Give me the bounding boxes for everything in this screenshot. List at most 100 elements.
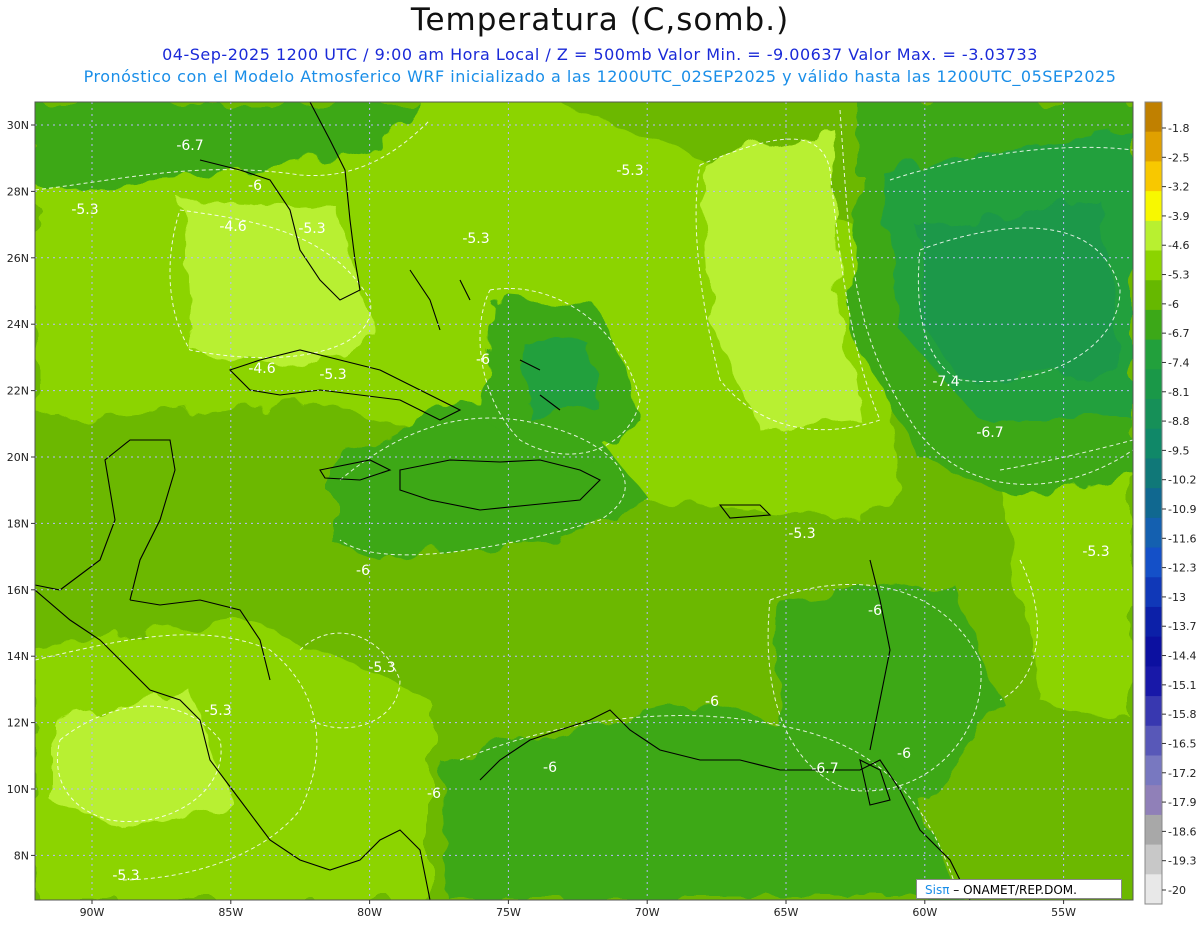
contour-value-label: -6	[356, 563, 370, 579]
credit-text: – ONAMET/REP.DOM.	[949, 883, 1077, 897]
color-scale-swatch	[1145, 458, 1162, 489]
contour-value-label: -6	[897, 746, 911, 762]
lon-tick-label: 65W	[774, 906, 799, 919]
lat-tick-label: 14N	[7, 650, 29, 663]
color-scale-swatch	[1145, 577, 1162, 608]
lon-tick-label: 80W	[357, 906, 382, 919]
color-scale-swatch	[1145, 102, 1162, 133]
contour-value-label: -4.6	[219, 219, 246, 235]
lat-tick-label: 10N	[7, 783, 29, 796]
lon-tick-label: 60W	[912, 906, 937, 919]
color-scale-swatch	[1145, 220, 1162, 252]
temperature-map: -6.7 -6 -5.3 -4.6 -5.3 -5.3 -5.3 -6 -4.6 -5.3 -7.4…	[7, 101, 1196, 919]
color-scale-label: -3.9	[1168, 210, 1189, 223]
color-scale-label: -10.2	[1168, 474, 1196, 487]
lat-tick-label: 30N	[7, 119, 29, 132]
longitude-axis: 90W 85W 80W 75W 70W 65W 60W 55W	[80, 900, 1076, 919]
latitude-axis: 30N 28N 26N 24N 22N 20N 18N 16N 14N 12N 10N 8N	[7, 119, 35, 862]
color-scale-label: -6.7	[1168, 327, 1189, 340]
contour-value-label: -6	[705, 694, 719, 710]
color-scale-label: -18.6	[1168, 825, 1196, 838]
color-scale-swatch	[1145, 666, 1162, 697]
color-scale-swatch	[1145, 280, 1162, 311]
color-scale-label: -15.8	[1168, 708, 1196, 721]
credit-box: Sisπ – ONAMET/REP.DOM.	[916, 879, 1122, 899]
color-scale-label: -19.3	[1168, 855, 1196, 868]
lat-tick-label: 12N	[7, 717, 29, 730]
lat-tick-label: 16N	[7, 584, 29, 597]
color-scale-swatch	[1145, 785, 1162, 816]
color-scale-label: -15.1	[1168, 679, 1196, 692]
contour-value-label: -7.4	[932, 374, 959, 390]
lat-tick-label: 28N	[7, 185, 29, 198]
contour-value-label: -6	[476, 352, 490, 368]
lon-tick-label: 85W	[218, 906, 243, 919]
color-scale-label: -16.5	[1168, 737, 1196, 750]
lat-tick-label: 22N	[7, 385, 29, 398]
contour-value-label: -6.7	[176, 138, 203, 154]
color-scale-label: -13	[1168, 591, 1186, 604]
color-scale-label: -5.3	[1168, 269, 1189, 282]
contour-value-label: -5.3	[616, 163, 643, 179]
color-scale-swatch	[1145, 250, 1162, 281]
color-scale-swatch	[1145, 399, 1162, 430]
color-scale-swatch	[1145, 161, 1162, 192]
color-scale-label: -11.6	[1168, 532, 1196, 545]
color-scale-label: -1.8	[1168, 122, 1189, 135]
color-scale-label: -13.7	[1168, 620, 1196, 633]
color-scale-label: -20	[1168, 884, 1186, 897]
contour-value-label: -4.6	[248, 361, 275, 377]
lon-tick-label: 55W	[1051, 906, 1076, 919]
lon-tick-label: 75W	[496, 906, 521, 919]
color-scale-label: -2.5	[1168, 151, 1189, 164]
contour-value-label: -6	[427, 786, 441, 802]
contour-value-label: -5.3	[298, 221, 325, 237]
color-scale-label: -6	[1168, 298, 1179, 311]
color-scale-swatch	[1145, 547, 1162, 578]
contour-value-label: -6	[868, 603, 882, 619]
color-scale-swatch	[1145, 339, 1162, 370]
color-scale-swatch	[1145, 488, 1162, 519]
color-scale-swatch	[1145, 131, 1162, 162]
color-scale-swatch	[1145, 428, 1162, 459]
lat-tick-label: 8N	[14, 849, 29, 862]
color-scale-swatch	[1145, 606, 1162, 638]
contour-value-label: -5.3	[788, 526, 815, 542]
contour-value-label: -5.3	[112, 868, 139, 884]
color-scale-label: -7.4	[1168, 356, 1189, 369]
lon-tick-label: 90W	[80, 906, 105, 919]
cold-core-bahamas	[520, 340, 600, 420]
color-scale-swatch	[1145, 814, 1162, 846]
color-scale-swatch	[1145, 636, 1162, 667]
contour-value-label: -6.7	[976, 425, 1003, 441]
color-scale-label: -17.2	[1168, 767, 1196, 780]
color-scale-label: -8.8	[1168, 415, 1189, 428]
color-scale-label: -4.6	[1168, 239, 1189, 252]
color-scale-label: -17.9	[1168, 796, 1196, 809]
color-scale-swatch	[1145, 725, 1162, 756]
contour-value-label: -5.3	[204, 703, 231, 719]
color-scale-label: -3.2	[1168, 181, 1189, 194]
contour-value-label: -5.3	[71, 202, 98, 218]
color-scale-swatch	[1145, 874, 1162, 905]
contour-value-label: -5.3	[1082, 544, 1109, 560]
color-scale-label: -14.4	[1168, 650, 1196, 663]
color-scale-label: -10.9	[1168, 503, 1196, 516]
lat-tick-label: 26N	[7, 252, 29, 265]
color-scale-swatch	[1145, 844, 1162, 875]
contour-value-label: -6.7	[811, 761, 838, 777]
color-scale-swatch	[1145, 369, 1162, 400]
color-scale-swatch	[1145, 191, 1162, 222]
contour-value-label: -6	[543, 760, 557, 776]
color-scale-label: -8.1	[1168, 386, 1189, 399]
color-scale-swatch	[1145, 696, 1162, 727]
color-scale-label: -12.3	[1168, 562, 1196, 575]
color-scale-label: -9.5	[1168, 444, 1189, 457]
map-plot-area: -6.7 -6 -5.3 -4.6 -5.3 -5.3 -5.3 -6 -4.6 -5.3 -7.4…	[35, 102, 1133, 900]
contour-value-label: -5.3	[319, 367, 346, 383]
contour-value-label: -6	[248, 178, 262, 194]
color-scale-swatch	[1145, 755, 1162, 786]
contour-value-label: -5.3	[462, 231, 489, 247]
color-scale: -1.8 -2.5 -3.2 -3.9 -4.6 -5.3 -6 -6.7 -7.4 -8.1 -8…	[1144, 101, 1196, 905]
contour-value-label: -5.3	[368, 660, 395, 676]
